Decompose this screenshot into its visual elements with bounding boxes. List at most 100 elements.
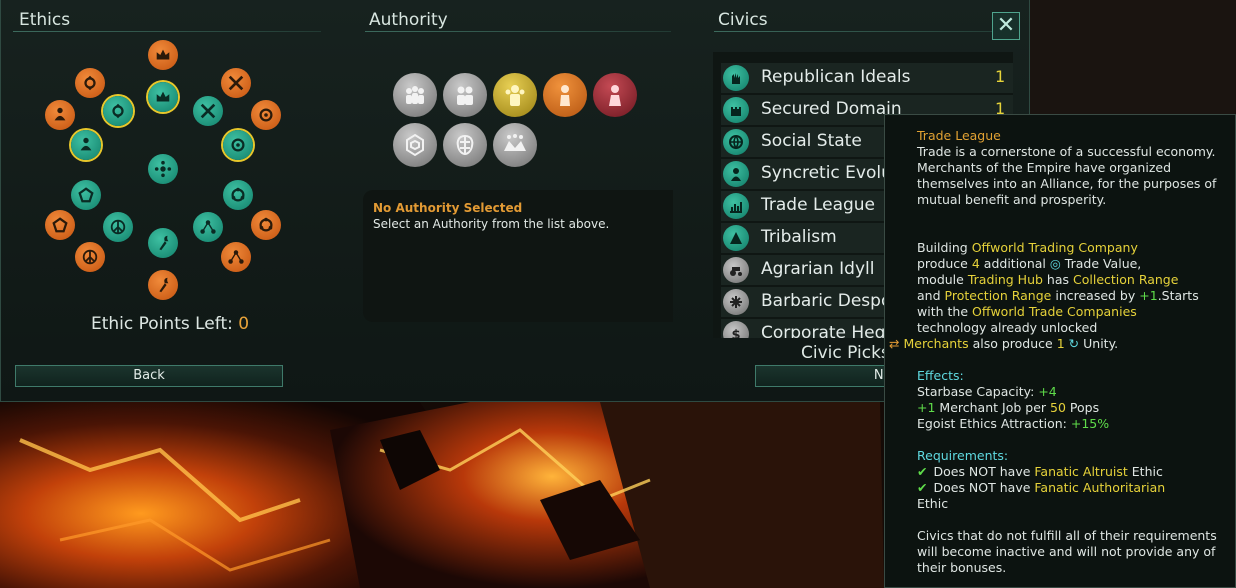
- civic-label: Secured Domain: [761, 99, 902, 119]
- no-authority-title: No Authority Selected: [373, 201, 523, 215]
- corporate-authority-icon[interactable]: [593, 73, 637, 117]
- dictatorial-authority-icon[interactable]: [493, 73, 537, 117]
- svg-text:$: $: [731, 328, 740, 338]
- text: module: [917, 272, 964, 287]
- civic-cost: 1: [995, 67, 1006, 86]
- fist-icon: [723, 65, 749, 91]
- civic-republican-ideals[interactable]: Republican Ideals 1: [721, 63, 1013, 93]
- number: 1: [1056, 336, 1065, 351]
- trade-value-icon: ◎: [1049, 256, 1061, 271]
- effects-title: Effects:: [917, 368, 964, 383]
- fanatic-materialist-ethic-icon[interactable]: [223, 130, 253, 160]
- ethics-wheel: [15, 34, 305, 314]
- ethics-title: Ethics: [19, 10, 71, 30]
- tractor-icon: [723, 257, 749, 283]
- ethic-points-left: Ethic Points Left: 0: [91, 314, 249, 334]
- back-button[interactable]: Back: [15, 365, 283, 387]
- text: Trade Value,: [1064, 256, 1142, 271]
- ethic-name: Fanatic Authoritarian: [1034, 480, 1166, 495]
- civic-label: Republican Ideals: [761, 67, 911, 87]
- spiritualist-ethic-icon[interactable]: [45, 100, 75, 130]
- merchants: Merchants: [903, 336, 969, 351]
- civic-label: Trade League: [761, 195, 876, 215]
- fanatic-competitive-ethic-icon[interactable]: [193, 212, 223, 242]
- text: Egoist Ethics Attraction:: [917, 416, 1067, 431]
- civics-title: Civics: [718, 10, 768, 30]
- fanatic-egoist-ethic-icon[interactable]: [148, 228, 178, 258]
- text: Unity.: [1083, 336, 1119, 351]
- materialist-ethic-icon[interactable]: [251, 100, 281, 130]
- text: Starbase Capacity:: [917, 384, 1035, 399]
- corporate-dominion-authority-icon[interactable]: [493, 123, 537, 167]
- xenophile-ethic-icon[interactable]: [251, 210, 281, 240]
- requirements-title: Requirements:: [917, 448, 1009, 463]
- value: 50: [1050, 400, 1066, 415]
- machine-intelligence-authority-icon[interactable]: [443, 123, 487, 167]
- tooltip-title: Trade League: [917, 128, 1001, 143]
- oligarchic-authority-icon[interactable]: [443, 73, 487, 117]
- tech-name: Offworld Trade Companies: [972, 304, 1137, 319]
- text: also produce: [972, 336, 1053, 351]
- tooltip-building-text: Building Offworld Trading Company produc…: [889, 240, 1217, 352]
- egalitarian-ethic-icon[interactable]: [75, 68, 105, 98]
- close-button[interactable]: ✕: [992, 12, 1020, 40]
- fanatic-xenophile-ethic-icon[interactable]: [223, 180, 253, 210]
- pacifist-ethic-icon[interactable]: [75, 242, 105, 272]
- snowflake-icon: [723, 289, 749, 315]
- egoist-ethic-icon[interactable]: [148, 270, 178, 300]
- text: Ethic: [1131, 464, 1163, 479]
- text: and: [917, 288, 941, 303]
- text: Pops: [1069, 400, 1100, 415]
- tooltip-requirements: Requirements: ✔ Does NOT have Fanatic Alt…: [917, 448, 1217, 512]
- ethic-name: Fanatic Altruist: [1034, 464, 1128, 479]
- text: produce: [917, 256, 968, 271]
- fanatic-authoritarian-ethic-icon[interactable]: [148, 82, 178, 112]
- authority-description-box: No Authority Selected Select an Authorit…: [363, 190, 673, 322]
- tooltip-description: Trade is a cornerstone of a successful e…: [917, 144, 1217, 207]
- ethics-divider: [13, 31, 321, 32]
- democratic-authority-icon[interactable]: [393, 73, 437, 117]
- civic-label: Social State: [761, 131, 862, 151]
- fanatic-xenophobe-ethic-icon[interactable]: [71, 180, 101, 210]
- militarist-ethic-icon[interactable]: [221, 68, 251, 98]
- fanatic-militarist-ethic-icon[interactable]: [193, 96, 223, 126]
- text: increased by: [1055, 288, 1136, 303]
- check-icon: ✔: [917, 464, 928, 479]
- civic-label: Agrarian Idyll: [761, 259, 875, 279]
- text: Merchant Job per: [939, 400, 1047, 415]
- tooltip-effects: Effects: Starbase Capacity: +4 +1 Mercha…: [917, 368, 1217, 432]
- text: technology already unlocked: [917, 320, 1098, 335]
- no-authority-description: Select an Authority from the list above.: [373, 217, 610, 231]
- value: +4: [1038, 384, 1057, 399]
- competitive-ethic-icon[interactable]: [221, 242, 251, 272]
- fanatic-spiritualist-ethic-icon[interactable]: [71, 130, 101, 160]
- fanatic-pacifist-ethic-icon[interactable]: [103, 212, 133, 242]
- hive-mind-authority-icon[interactable]: [393, 123, 437, 167]
- value: +15%: [1070, 416, 1110, 431]
- globe-icon: [723, 129, 749, 155]
- check-icon: ✔: [917, 480, 928, 495]
- merchant-icon: ⇄: [889, 336, 900, 351]
- xenophobe-ethic-icon[interactable]: [45, 210, 75, 240]
- text: Ethic: [917, 496, 949, 511]
- gestalt-consciousness-ethic-icon[interactable]: [148, 154, 178, 184]
- text: Building: [917, 240, 968, 255]
- person-icon: [723, 161, 749, 187]
- imperial-authority-icon[interactable]: [543, 73, 587, 117]
- civic-tooltip: Trade League Trade is a cornerstone of a…: [884, 114, 1236, 588]
- civics-divider: [714, 31, 1019, 32]
- text: additional: [983, 256, 1046, 271]
- tent-icon: [723, 225, 749, 251]
- authoritarian-ethic-icon[interactable]: [148, 40, 178, 70]
- authority-divider: [365, 31, 671, 32]
- ethic-points-value: 0: [238, 314, 250, 334]
- tooltip-footer: Civics that do not fulfill all of their …: [917, 528, 1217, 575]
- text: Does NOT have: [933, 480, 1031, 495]
- building-name: Offworld Trading Company: [971, 240, 1138, 255]
- fanatic-egalitarian-ethic-icon[interactable]: [103, 96, 133, 126]
- text: Does NOT have: [933, 464, 1031, 479]
- chart-icon: [723, 193, 749, 219]
- text: has: [1046, 272, 1070, 287]
- dollar-icon: $: [723, 321, 749, 338]
- module-name: Trading Hub: [967, 272, 1043, 287]
